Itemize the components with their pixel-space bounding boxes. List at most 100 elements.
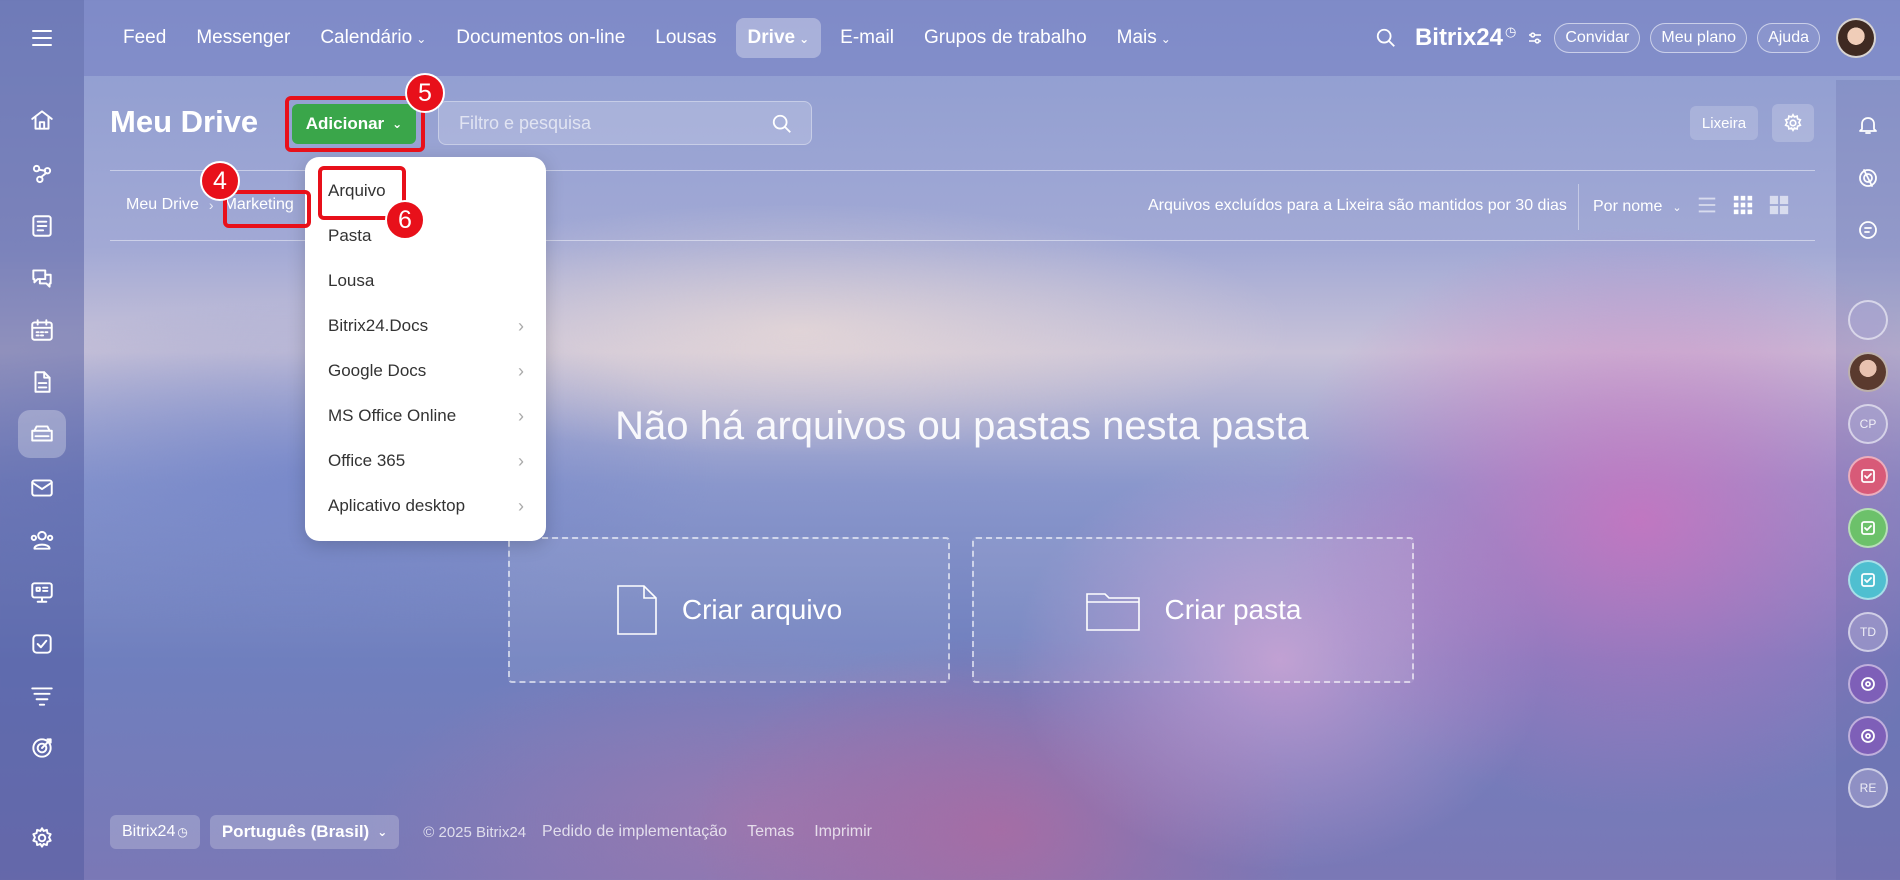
trash-retention-info: Arquivos excluídos para a Lixeira são ma… <box>1148 197 1567 214</box>
contacts-icon[interactable] <box>18 516 66 564</box>
nav-item-more[interactable]: Mais ⌄ <box>1102 18 1186 58</box>
menu-item-desktop-app[interactable]: Aplicativo desktop › <box>328 488 524 524</box>
large-grid-view-icon[interactable] <box>1768 194 1790 216</box>
file-icon <box>617 585 657 635</box>
nav-item-label: Drive <box>747 27 796 48</box>
nav-item-messenger[interactable]: Messenger <box>181 18 305 58</box>
list-view-icon[interactable] <box>1696 194 1718 216</box>
callout-breadcrumb-marketing <box>223 190 311 228</box>
menu-item-google-docs[interactable]: Google Docs › <box>328 353 524 389</box>
create-folder-label: Criar pasta <box>1164 594 1302 625</box>
chat-bubble-icon[interactable] <box>1848 210 1888 250</box>
nav-item-label: Feed <box>123 27 167 48</box>
brand-logo[interactable]: Bitrix24 ◷ <box>1415 24 1516 52</box>
tasks-icon[interactable] <box>18 620 66 668</box>
chat-icon[interactable] <box>18 254 66 302</box>
footer-link-themes[interactable]: Temas <box>747 823 794 841</box>
clock-icon: ◷ <box>1504 24 1517 39</box>
nav-item-workgroups[interactable]: Grupos de trabalho <box>909 18 1102 58</box>
calendar-icon[interactable] <box>18 306 66 354</box>
search-input[interactable] <box>439 102 759 144</box>
copilot-icon[interactable] <box>1848 158 1888 198</box>
task-chat-icon[interactable] <box>1848 560 1888 600</box>
automation-icon[interactable] <box>18 150 66 198</box>
chevron-right-icon: › <box>518 495 524 516</box>
contact-initials-re[interactable]: RE <box>1848 768 1888 808</box>
settings-icon[interactable] <box>18 814 66 862</box>
nav-item-label: Mais <box>1116 27 1157 48</box>
menu-item-board[interactable]: Lousa <box>328 263 524 299</box>
contact-avatar-1[interactable] <box>1848 300 1888 340</box>
nav-item-label: Documentos on-line <box>456 27 626 48</box>
step-badge-4: 4 <box>200 161 240 201</box>
chevron-down-icon: ⌄ <box>1672 201 1682 214</box>
nav-item-label: Lousas <box>655 27 717 48</box>
sort-dropdown[interactable]: Por nome ⌄ <box>1578 184 1682 230</box>
menu-item-ms-office-online[interactable]: MS Office Online › <box>328 398 524 434</box>
feed-icon[interactable] <box>18 202 66 250</box>
nav-item-label: Grupos de trabalho <box>923 27 1087 48</box>
right-sidebar: CP TD RE <box>1836 80 1900 880</box>
contact-initials-td[interactable]: TD <box>1848 612 1888 652</box>
chevron-right-icon: › <box>518 360 524 381</box>
menu-item-office-365[interactable]: Office 365 › <box>328 443 524 479</box>
footer-link-implementation[interactable]: Pedido de implementação <box>542 823 727 841</box>
contact-avatar-2[interactable] <box>1848 352 1888 392</box>
nav-item-calendar[interactable]: Calendário ⌄ <box>305 18 441 58</box>
step-badge-6: 6 <box>385 200 425 240</box>
menu-item-bitrix24-docs[interactable]: Bitrix24.Docs › <box>328 308 524 344</box>
search-icon[interactable] <box>771 113 793 135</box>
menu-icon[interactable] <box>24 20 60 56</box>
breadcrumb-item-my-drive[interactable]: Meu Drive <box>126 196 199 214</box>
user-avatar[interactable] <box>1836 18 1876 58</box>
gear-icon[interactable] <box>1772 104 1814 142</box>
empty-folder-message: Não há arquivos ou pastas nesta pasta <box>615 404 1309 448</box>
footer-brand-button[interactable]: Bitrix24 ◷ <box>110 815 200 849</box>
folder-icon <box>1085 593 1140 631</box>
copyright-text: © 2025 Bitrix24 <box>423 823 527 841</box>
menu-item-label: Aplicativo desktop <box>328 496 466 515</box>
bell-icon[interactable] <box>1848 105 1888 145</box>
task-chat-icon[interactable] <box>1848 456 1888 496</box>
trash-button[interactable]: Lixeira <box>1690 106 1758 140</box>
search-icon[interactable] <box>1375 27 1397 49</box>
sliders-icon[interactable] <box>1526 29 1544 47</box>
create-folder-card[interactable]: Criar pasta <box>972 537 1414 683</box>
footer-link-print[interactable]: Imprimir <box>814 823 872 841</box>
home-icon[interactable] <box>18 96 66 144</box>
main-nav: Feed Messenger Calendário ⌄ Documentos on-li… <box>108 0 1186 76</box>
filter-icon[interactable] <box>18 672 66 720</box>
chevron-down-icon: ⌄ <box>416 32 427 46</box>
mail-icon[interactable] <box>18 464 66 512</box>
menu-item-label: Office 365 <box>328 451 406 470</box>
top-right-controls: Bitrix24 ◷ Convidar Meu plano Ajuda <box>1375 0 1876 76</box>
search-field[interactable] <box>438 101 812 145</box>
top-navigation-bar: Feed Messenger Calendário ⌄ Documentos on-li… <box>84 0 1900 76</box>
my-plan-button[interactable]: Meu plano <box>1650 23 1748 53</box>
task-chat-icon[interactable] <box>1848 508 1888 548</box>
create-file-card[interactable]: Criar arquivo <box>508 537 950 683</box>
chevron-right-icon: › <box>518 450 524 471</box>
group-chat-icon[interactable] <box>1848 664 1888 704</box>
menu-item-folder[interactable]: Pasta <box>328 218 524 254</box>
target-icon[interactable] <box>18 724 66 772</box>
document-icon[interactable] <box>18 358 66 406</box>
chevron-right-icon: › <box>518 315 524 336</box>
menu-item-label: Pasta <box>328 226 372 245</box>
help-button[interactable]: Ajuda <box>1757 23 1820 53</box>
create-file-label: Criar arquivo <box>681 594 843 625</box>
nav-item-online-documents[interactable]: Documentos on-line <box>441 18 640 58</box>
chevron-down-icon: ⌄ <box>1160 32 1171 46</box>
step-badge-5: 5 <box>405 73 445 113</box>
invite-button[interactable]: Convidar <box>1554 23 1641 53</box>
nav-item-boards[interactable]: Lousas <box>640 18 731 58</box>
nav-item-label: Messenger <box>196 27 291 48</box>
sort-label: Por nome <box>1593 198 1663 215</box>
nav-item-drive[interactable]: Drive ⌄ <box>735 18 822 58</box>
nav-item-feed[interactable]: Feed <box>108 18 181 58</box>
grid-view-icon[interactable] <box>1732 194 1754 216</box>
nav-item-email[interactable]: E-mail <box>825 18 909 58</box>
sites-icon[interactable] <box>18 568 66 616</box>
group-chat-icon[interactable] <box>1848 716 1888 756</box>
language-selector[interactable]: Português (Brasil) ⌄ <box>209 815 400 849</box>
